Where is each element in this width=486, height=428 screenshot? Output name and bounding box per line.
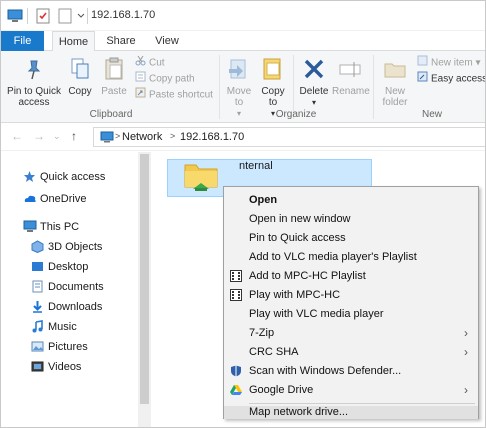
paste-shortcut-label: Paste shortcut bbox=[149, 89, 213, 101]
menu-item-google-drive[interactable]: Google Drive › bbox=[224, 381, 478, 400]
title-bar: 192.168.1.70 bbox=[1, 1, 485, 31]
clipboard-group-label: Clipboard bbox=[89, 109, 133, 120]
organize-group-label: Organize bbox=[275, 109, 317, 120]
menu-item-crc-sha[interactable]: CRC SHA › bbox=[224, 343, 478, 362]
menu-item-map-network-drive[interactable]: Map network drive... bbox=[224, 406, 478, 419]
new-item-icon bbox=[417, 55, 428, 71]
up-arrow-icon[interactable]: ↑ bbox=[71, 129, 77, 143]
move-to-icon bbox=[223, 57, 255, 84]
menu-item-open-new-window[interactable]: Open in new window bbox=[224, 210, 478, 229]
paste-button[interactable]: Paste bbox=[98, 57, 130, 97]
rename-button[interactable]: Rename bbox=[332, 57, 370, 97]
new-folder-label: New folder bbox=[382, 86, 408, 108]
network-location-icon bbox=[100, 131, 114, 146]
new-item-label: New item bbox=[431, 57, 473, 69]
ribbon: Pin to Quick access Copy Paste Cut Copy … bbox=[1, 51, 485, 123]
copy-to-label: Copy to bbox=[261, 86, 285, 108]
easy-access-icon bbox=[417, 71, 428, 87]
music-icon bbox=[31, 320, 44, 339]
new-folder-icon bbox=[377, 57, 413, 84]
delete-label: Delete bbox=[299, 86, 329, 97]
menu-item-7zip[interactable]: 7-Zip › bbox=[224, 324, 478, 343]
tab-file[interactable]: File bbox=[1, 31, 44, 51]
rename-label: Rename bbox=[332, 86, 370, 97]
desktop-icon bbox=[31, 260, 44, 279]
pc-icon bbox=[23, 220, 37, 239]
breadcrumb-chevron-icon[interactable]: > bbox=[170, 131, 175, 141]
copy-icon bbox=[65, 57, 95, 84]
context-menu: Open Open in new window Pin to Quick acc… bbox=[223, 186, 479, 419]
menu-item-vlc-playlist[interactable]: Add to VLC media player's Playlist bbox=[224, 248, 478, 267]
navigation-pane: Quick access OneDrive This PC 3D Objects… bbox=[1, 152, 151, 427]
documents-icon bbox=[31, 280, 44, 299]
paste-shortcut-icon bbox=[135, 87, 146, 103]
pin-label: Pin to Quick access bbox=[7, 86, 61, 108]
tab-home[interactable]: Home bbox=[52, 31, 95, 52]
window-title: 192.168.1.70 bbox=[91, 9, 156, 21]
easy-access-label: Easy access bbox=[431, 73, 486, 85]
back-arrow-icon[interactable]: ← bbox=[11, 129, 23, 143]
menu-item-open[interactable]: Open bbox=[224, 191, 478, 210]
nav-scrollbar-thumb[interactable] bbox=[140, 154, 149, 404]
menu-item-windows-defender[interactable]: Scan with Windows Defender... bbox=[224, 362, 478, 381]
new-folder-button[interactable]: New folder bbox=[377, 57, 413, 108]
submenu-arrow-icon: › bbox=[464, 326, 468, 340]
pin-to-quick-access-button[interactable]: Pin to Quick access bbox=[5, 57, 63, 108]
recent-locations-chevron-icon[interactable]: ⌄ bbox=[53, 131, 61, 142]
breadcrumb-network[interactable]: Network bbox=[122, 131, 162, 143]
address-bar-row: ← → ⌄ ↑ > Network > 192.168.1.70 bbox=[1, 123, 485, 151]
pictures-icon bbox=[31, 340, 44, 359]
new-folder-icon[interactable] bbox=[57, 8, 73, 24]
submenu-arrow-icon: › bbox=[464, 383, 468, 397]
item-name[interactable]: nternal bbox=[239, 160, 273, 172]
menu-item-mpchc-playlist[interactable]: Add to MPC-HC Playlist bbox=[224, 267, 478, 286]
rename-icon bbox=[332, 57, 368, 84]
tab-view[interactable]: View bbox=[147, 31, 187, 51]
cut-button[interactable]: Cut bbox=[135, 55, 165, 69]
clipboard-icon bbox=[98, 57, 130, 84]
menu-separator bbox=[249, 403, 475, 404]
properties-icon[interactable] bbox=[35, 8, 51, 24]
tab-share[interactable]: Share bbox=[101, 31, 141, 51]
new-item-button[interactable]: New item ▾ bbox=[417, 55, 481, 69]
copy-path-icon bbox=[135, 71, 146, 87]
delete-button[interactable]: Delete ▾ bbox=[297, 57, 331, 108]
cloud-icon bbox=[23, 192, 37, 211]
copy-to-icon bbox=[257, 57, 289, 84]
videos-icon bbox=[31, 360, 44, 379]
new-group-label: New bbox=[421, 109, 442, 120]
paste-label: Paste bbox=[101, 86, 127, 97]
copy-button[interactable]: Copy bbox=[65, 57, 95, 97]
ribbon-tabs: File Home Share View bbox=[1, 31, 485, 52]
shared-folder-icon[interactable] bbox=[181, 159, 221, 196]
cube-icon bbox=[31, 240, 44, 259]
star-icon bbox=[23, 170, 36, 189]
cut-label: Cut bbox=[149, 57, 165, 69]
copy-label: Copy bbox=[68, 86, 92, 97]
delete-dropdown-icon: ▾ bbox=[311, 98, 316, 107]
pin-icon bbox=[5, 57, 63, 84]
submenu-arrow-icon: › bbox=[464, 345, 468, 359]
explorer-window: 192.168.1.70 File Home Share View Pin to… bbox=[0, 0, 486, 428]
google-drive-icon bbox=[230, 384, 242, 403]
breadcrumb-ip[interactable]: 192.168.1.70 bbox=[180, 131, 244, 143]
ribbon-separator bbox=[373, 55, 374, 119]
breadcrumb-chevron-icon[interactable]: > bbox=[115, 131, 120, 141]
menu-item-play-mpchc[interactable]: Play with MPC-HC bbox=[224, 286, 478, 305]
menu-item-play-vlc[interactable]: Play with VLC media player bbox=[224, 305, 478, 324]
address-box[interactable]: > Network > 192.168.1.70 bbox=[93, 127, 485, 147]
copy-path-button[interactable]: Copy path bbox=[135, 71, 195, 85]
copy-path-label: Copy path bbox=[149, 73, 195, 85]
forward-arrow-icon[interactable]: → bbox=[33, 129, 45, 143]
easy-access-button[interactable]: Easy access ▾ bbox=[417, 71, 486, 87]
download-icon bbox=[31, 300, 44, 319]
ribbon-separator bbox=[219, 55, 220, 119]
paste-shortcut-button[interactable]: Paste shortcut bbox=[135, 87, 213, 101]
scissors-icon bbox=[135, 55, 146, 71]
menu-item-pin-quick-access[interactable]: Pin to Quick access bbox=[224, 229, 478, 248]
move-to-label: Move to bbox=[226, 86, 252, 108]
delete-x-icon bbox=[297, 57, 331, 84]
this-pc-icon[interactable] bbox=[7, 8, 23, 24]
